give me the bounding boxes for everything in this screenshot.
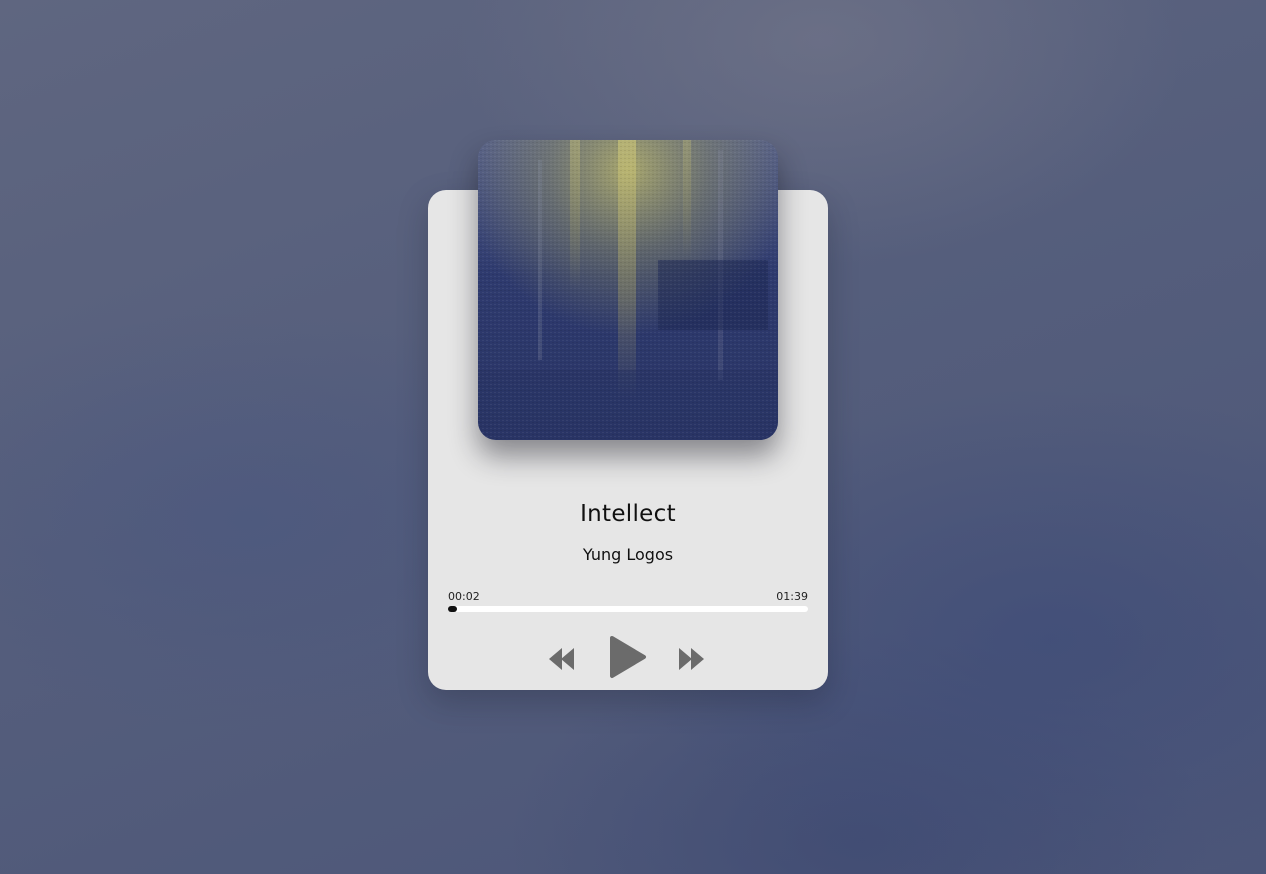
- next-button[interactable]: [676, 645, 710, 673]
- total-time: 01:39: [776, 590, 808, 603]
- fast-forward-icon: [676, 645, 710, 673]
- play-button[interactable]: [608, 634, 648, 680]
- track-title: Intellect: [580, 501, 676, 527]
- album-artwork: [478, 140, 778, 440]
- previous-button[interactable]: [545, 645, 579, 673]
- rewind-icon: [545, 645, 579, 673]
- play-icon: [608, 634, 648, 680]
- progress-fill: [448, 606, 457, 612]
- track-artist: Yung Logos: [582, 545, 674, 564]
- progress-bar[interactable]: [448, 606, 808, 612]
- current-time: 00:02: [448, 590, 480, 603]
